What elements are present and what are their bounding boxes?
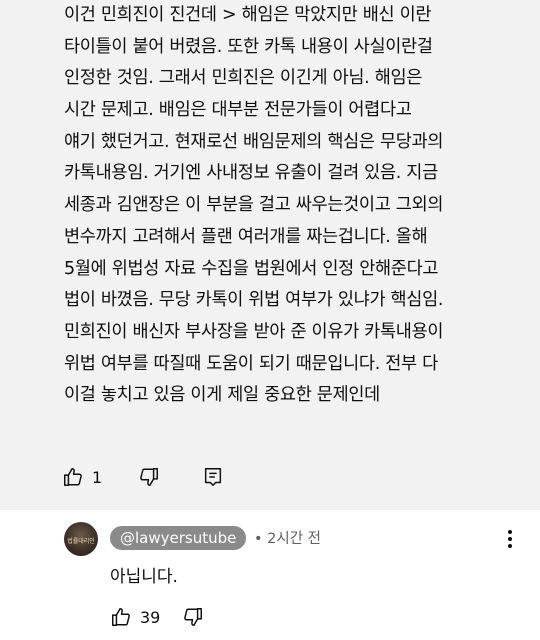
comment-line: 카톡내용임. 거기엔 사내정보 유출이 걸려 있음. 지금 (64, 163, 438, 184)
more-dot (508, 530, 512, 534)
comment-timestamp: • 2시간 전 (254, 531, 322, 547)
comment-line: 얘기 했던거고. 현재로선 배임문제의 핵심은 무당과의 (64, 131, 444, 152)
comment-line: 세종과 김앤장은 이 부분을 걸고 싸우는것이고 그외의 (64, 195, 444, 216)
reply-actions: 39 (110, 606, 204, 628)
comment-line: 타이틀이 붙어 버렸음. 또한 카톡 내용이 사실이란걸 (64, 36, 433, 57)
more-vertical-icon[interactable] (500, 528, 520, 552)
comment-body: 이건 민희진이 진건데 > 해임은 막았지만 배신 이란 타이틀이 붙어 버렸음… (64, 0, 534, 412)
more-dot (508, 544, 512, 548)
reply-comment-icon[interactable] (202, 466, 224, 488)
more-dot (508, 537, 512, 541)
parent-comment: 이건 민희진이 진건데 > 해임은 막았지만 배신 이란 타이틀이 붙어 버렸음… (0, 0, 540, 510)
thumbs-down-icon[interactable] (138, 466, 160, 488)
user-handle[interactable]: @lawyersutube (110, 526, 247, 550)
comment-line: 민희진이 배신자 부사장을 받아 준 이유가 카톡내용이 (64, 321, 444, 342)
comment-actions: 1 (62, 466, 160, 488)
thumbs-down-icon[interactable] (182, 606, 204, 628)
like-count: 39 (140, 607, 161, 627)
thumbs-up-icon[interactable] (62, 466, 84, 488)
comment-line: 이걸 놓치고 있음 이게 제일 중요한 문제인데 (64, 385, 380, 406)
thumbs-up-icon[interactable] (110, 606, 132, 628)
like-count: 1 (92, 467, 103, 487)
comment-line: 법이 바꼈음. 무당 카톡이 위법 여부가 있냐가 핵심임. (64, 290, 444, 311)
reply-body: 아닙니다. (110, 567, 178, 587)
avatar[interactable]: 법률대리인 (64, 522, 98, 556)
comment-line: 시간 문제고. 배임은 대부분 전문가들이 어렵다고 (64, 100, 412, 121)
avatar-label: 법률대리인 (67, 538, 95, 545)
comment-line: 5월에 위법성 자료 수집을 법원에서 인정 안해준다고 (64, 258, 439, 279)
comment-line: 이건 민희진이 진건데 > 해임은 막았지만 배신 이란 (64, 5, 432, 25)
comment-line: 인정한 것임. 그래서 민희진은 이긴게 아님. 해임은 (64, 68, 423, 89)
comment-line: 변수까지 고려해서 플랜 여러개를 짜는겁니다. 올해 (64, 226, 428, 247)
comment-line: 위법 여부를 따질때 도움이 되기 때문입니다. 전부 다 (64, 353, 438, 374)
